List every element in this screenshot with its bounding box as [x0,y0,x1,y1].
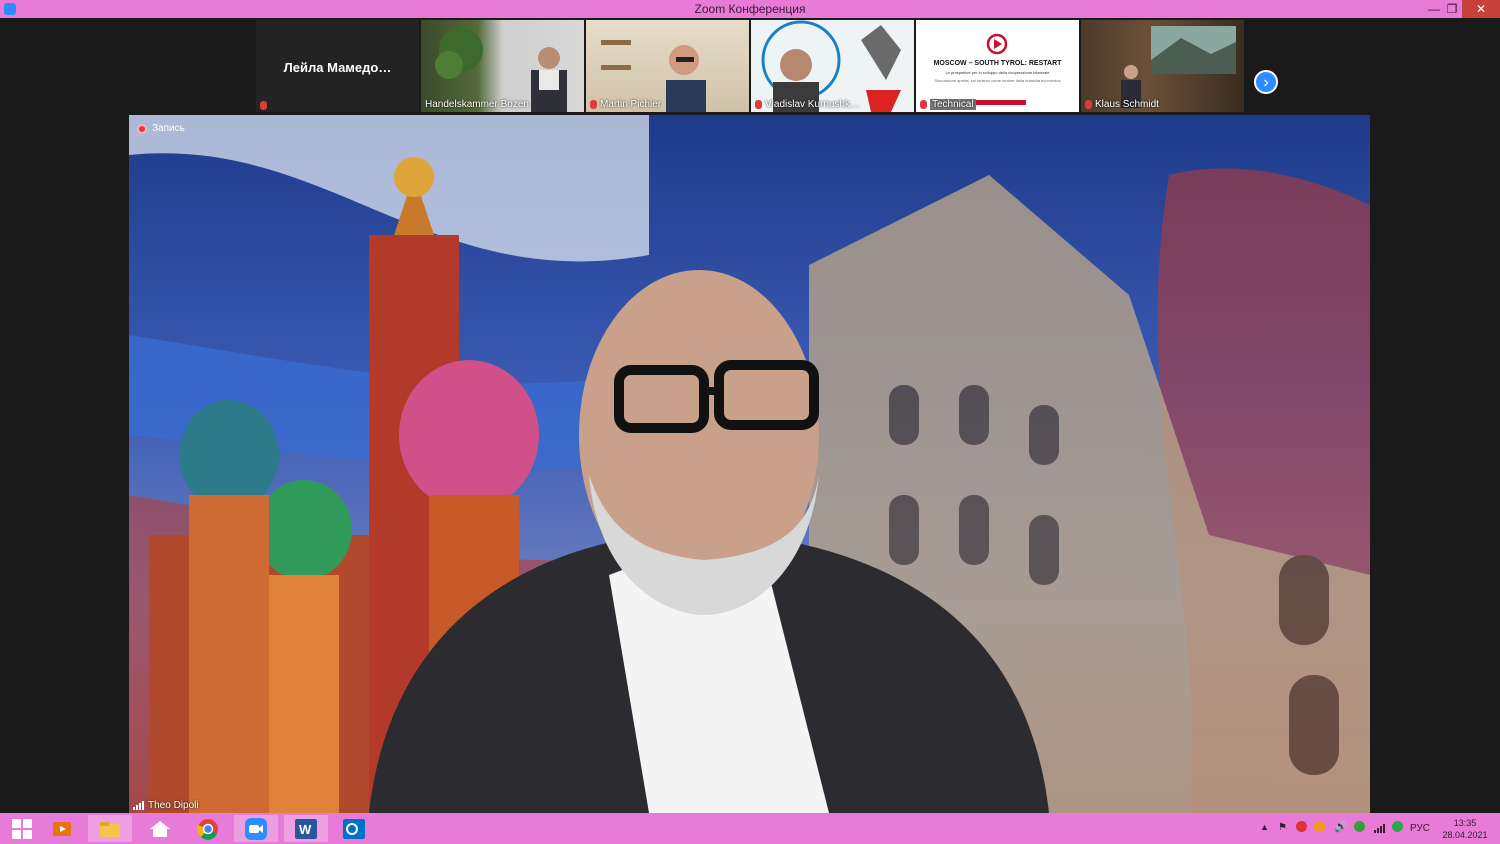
recording-indicator: Запись [137,123,185,134]
participant-tile[interactable]: Handelskammer Bozen [421,20,584,112]
participant-tile[interactable]: Klaus Schmidt [1081,20,1244,112]
outlook-icon [343,818,365,839]
taskbar-file-explorer[interactable] [88,815,132,842]
signal-bars-icon [133,801,144,810]
home-icon [150,820,170,837]
slide-subtitle: Le prospettive per lo sviluppo della coo… [945,70,1050,75]
zoom-icon [245,817,267,840]
slide-caption: Discussione aperta: sul turismo come mot… [934,78,1061,83]
participant-tile[interactable]: MOSCOW – SOUTH TYROL: RESTART Le prospet… [916,20,1079,112]
system-tray: ▲ ⚑ 🔊 РУС 13:35 28.04.2021 [1250,813,1500,844]
active-speaker-label: Theo Dipoli [133,800,199,811]
muted-mic-icon [920,100,927,109]
language-indicator[interactable]: РУС [1410,823,1430,834]
participant-label [260,101,267,110]
flag-icon[interactable]: ⚑ [1278,822,1287,833]
window-title: Zoom Конференция [694,2,806,16]
chrome-icon [197,818,218,840]
tray-expand-icon[interactable]: ▲ [1260,822,1269,832]
participant-label: Klaus Schmidt [1085,99,1159,110]
taskbar-word[interactable]: W [284,815,328,842]
folder-icon [100,821,120,837]
speaker-icon[interactable]: 🔊 [1334,820,1348,833]
clock-time: 13:35 [1453,818,1477,828]
windows-taskbar: W ▲ ⚑ 🔊 РУС 13:35 28.04.2021 [0,813,1500,844]
participant-label: Handelskammer Bozen [425,99,529,110]
svg-text:W: W [299,822,312,837]
meeting-stage: Лейла Мамедо… Handelskammer Bozen Martin [0,18,1500,813]
muted-mic-icon [590,100,597,109]
start-button[interactable] [0,815,44,842]
slide-title: MOSCOW – SOUTH TYROL: RESTART [933,60,1062,67]
notification-app-icon[interactable] [1314,821,1325,832]
taskbar-zoom[interactable] [234,815,278,842]
participant-tile[interactable]: Лейла Мамедо… [256,20,419,112]
taskbar-outlook[interactable] [332,815,376,842]
participant-label: Martin Pichler [590,99,661,110]
record-icon [137,123,147,134]
participant-label: Vladislav Kurnushk… [755,99,860,110]
active-speaker-video: Запись Theo Dipoli [129,115,1370,813]
participant-tile[interactable]: Vladislav Kurnushk… [751,20,914,112]
next-page-button[interactable]: › [1254,70,1278,94]
muted-mic-icon [260,101,267,110]
window-titlebar: Zoom Конференция — ❐ ✕ [0,0,1500,18]
taskbar-media-player[interactable] [40,815,84,842]
participant-name-center: Лейла Мамедо… [283,60,392,75]
muted-mic-icon [755,100,762,109]
sync-icon[interactable] [1392,821,1403,832]
participant-strip: Лейла Мамедо… Handelskammer Bozen Martin [256,20,1244,112]
network-signal-icon[interactable] [1374,824,1385,833]
muted-mic-icon [1085,100,1092,109]
windows-logo-icon [12,818,32,839]
clock-date: 28.04.2021 [1442,830,1488,840]
security-shield-icon[interactable] [1354,821,1365,832]
word-icon: W [295,818,317,839]
clock[interactable]: 13:35 28.04.2021 [1435,817,1495,841]
active-speaker-name: Theo Dipoli [148,800,199,811]
close-icon[interactable]: ✕ [1462,0,1500,18]
participant-tile[interactable]: Martin Pichler [586,20,749,112]
participant-label: Technical [920,99,976,110]
recording-label: Запись [152,123,185,134]
media-player-icon [53,821,71,836]
speaker-background [129,115,1370,813]
taskbar-home[interactable] [138,815,182,842]
antivirus-icon[interactable] [1296,821,1307,832]
taskbar-chrome[interactable] [186,815,230,842]
